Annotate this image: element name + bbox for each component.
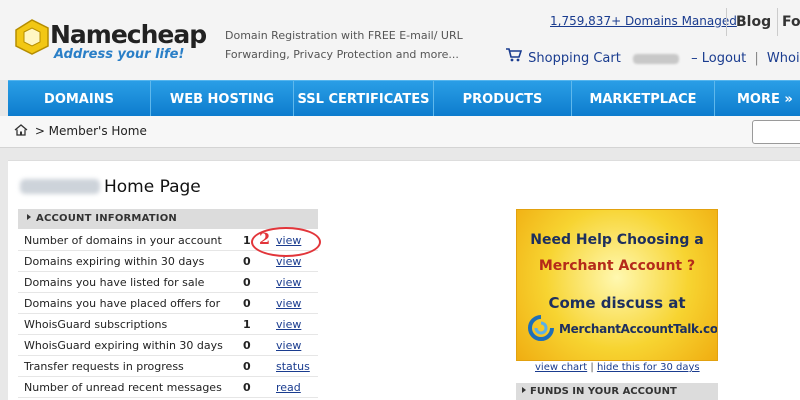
annotation-number: 2 bbox=[259, 229, 271, 248]
row-count: 0 bbox=[243, 360, 251, 373]
separator: | bbox=[754, 51, 759, 66]
table-row: Transfer requests in progress 0 status bbox=[18, 356, 318, 377]
promo-text: Domain Registration with FREE E-mail/ UR… bbox=[225, 26, 475, 64]
row-label: Domains expiring within 30 days bbox=[24, 255, 205, 268]
page-title-text: Home Page bbox=[104, 177, 201, 197]
nav-more[interactable]: MORE » bbox=[715, 81, 800, 117]
row-count: 0 bbox=[243, 255, 251, 268]
view-whoisguard-link[interactable]: view bbox=[276, 318, 301, 331]
table-row: Domains you have placed offers for 0 vie… bbox=[18, 293, 318, 314]
username-redacted bbox=[632, 53, 679, 64]
expand-arrow-icon bbox=[27, 214, 31, 220]
row-count: 0 bbox=[243, 339, 251, 352]
blog-link[interactable]: Blog bbox=[726, 8, 778, 36]
row-label: Domains you have listed for sale bbox=[24, 276, 205, 289]
nav-web-hosting[interactable]: WEB HOSTING bbox=[151, 81, 294, 117]
breadcrumb-text: > Member's Home bbox=[31, 124, 147, 138]
account-links: Shopping Cart – Logout | Whois bbox=[505, 48, 800, 66]
domains-managed-link[interactable]: 1,759,837+ Domains Managed bbox=[550, 14, 737, 28]
funds-heading: FUNDS IN YOUR ACCOUNT bbox=[530, 386, 677, 397]
table-row: WhoisGuard subscriptions 1 view bbox=[18, 314, 318, 335]
hide-ad-link[interactable]: hide this for 30 days bbox=[597, 362, 700, 373]
row-label: Number of domains in your account bbox=[24, 234, 222, 247]
search-input[interactable] bbox=[752, 120, 800, 144]
breadcrumb-bar: > Member's Home bbox=[0, 116, 800, 148]
forum-link[interactable]: Fo bbox=[782, 8, 800, 30]
row-count: 1 bbox=[243, 318, 251, 331]
read-messages-link[interactable]: read bbox=[276, 381, 301, 394]
account-information-header[interactable]: ACCOUNT INFORMATION bbox=[18, 209, 318, 229]
ad-line-1: Need Help Choosing a bbox=[530, 232, 704, 248]
separator: | bbox=[587, 362, 597, 373]
nav-ssl-certificates[interactable]: SSL CERTIFICATES bbox=[294, 81, 434, 117]
row-label: WhoisGuard subscriptions bbox=[24, 318, 168, 331]
row-count: 0 bbox=[243, 276, 251, 289]
row-label: Transfer requests in progress bbox=[24, 360, 184, 373]
funds-header[interactable]: FUNDS IN YOUR ACCOUNT bbox=[516, 383, 718, 400]
logo-name: Namecheap bbox=[50, 20, 207, 49]
account-information-heading: ACCOUNT INFORMATION bbox=[36, 213, 177, 224]
breadcrumb: > Member's Home bbox=[14, 124, 147, 138]
view-whoisguard-expiring-link[interactable]: view bbox=[276, 339, 301, 352]
nav-products[interactable]: PRODUCTS bbox=[434, 81, 572, 117]
row-count: 1 bbox=[243, 234, 251, 247]
shopping-cart-icon[interactable] bbox=[505, 48, 522, 62]
shopping-cart-link[interactable]: Shopping Cart bbox=[528, 51, 621, 66]
namecheap-logo[interactable]: Namecheap Address your life! bbox=[10, 10, 207, 70]
logo-tagline: Address your life! bbox=[54, 47, 185, 62]
nav-domains[interactable]: DOMAINS bbox=[8, 81, 151, 117]
namecheap-logo-icon bbox=[15, 19, 49, 55]
promo-line-1: Domain Registration with FREE E-mail/ UR… bbox=[225, 29, 463, 42]
main-navigation: DOMAINS WEB HOSTING SSL CERTIFICATES PRO… bbox=[8, 80, 800, 117]
nav-marketplace[interactable]: MARKETPLACE bbox=[572, 81, 715, 117]
transfer-status-link[interactable]: status bbox=[276, 360, 310, 373]
row-count: 0 bbox=[243, 381, 251, 394]
home-icon[interactable] bbox=[14, 124, 28, 136]
row-label: Domains you have placed offers for bbox=[24, 297, 221, 310]
merchant-logo-icon bbox=[528, 315, 554, 341]
username-redacted bbox=[20, 179, 100, 194]
table-row: WhoisGuard expiring within 30 days 0 vie… bbox=[18, 335, 318, 356]
view-chart-link[interactable]: view chart bbox=[535, 362, 587, 373]
view-offers-link[interactable]: view bbox=[276, 297, 301, 310]
table-row: Number of unread recent messages 0 read bbox=[18, 377, 318, 398]
view-listed-link[interactable]: view bbox=[276, 276, 301, 289]
row-count: 0 bbox=[243, 297, 251, 310]
site-header: Namecheap Address your life! Domain Regi… bbox=[0, 0, 800, 80]
promo-line-2: Forwarding, Privacy Protection and more.… bbox=[225, 48, 459, 61]
ad-line-4: MerchantAccountTalk.com bbox=[559, 322, 718, 336]
ad-links: view chart | hide this for 30 days bbox=[535, 362, 700, 373]
logout-link[interactable]: – Logout bbox=[691, 51, 746, 66]
row-label: Number of unread recent messages bbox=[24, 381, 222, 394]
page-title: Home Page bbox=[20, 177, 201, 197]
row-label: WhoisGuard expiring within 30 days bbox=[24, 339, 223, 352]
ad-line-2: Merchant Account ? bbox=[538, 258, 696, 274]
whois-link[interactable]: Whois bbox=[767, 51, 800, 66]
merchant-account-ad[interactable]: Need Help Choosing a Merchant Account ? … bbox=[516, 209, 718, 361]
expand-arrow-icon bbox=[522, 387, 526, 393]
ad-line-3: Come discuss at bbox=[548, 294, 686, 312]
table-row: Domains you have listed for sale 0 view bbox=[18, 272, 318, 293]
